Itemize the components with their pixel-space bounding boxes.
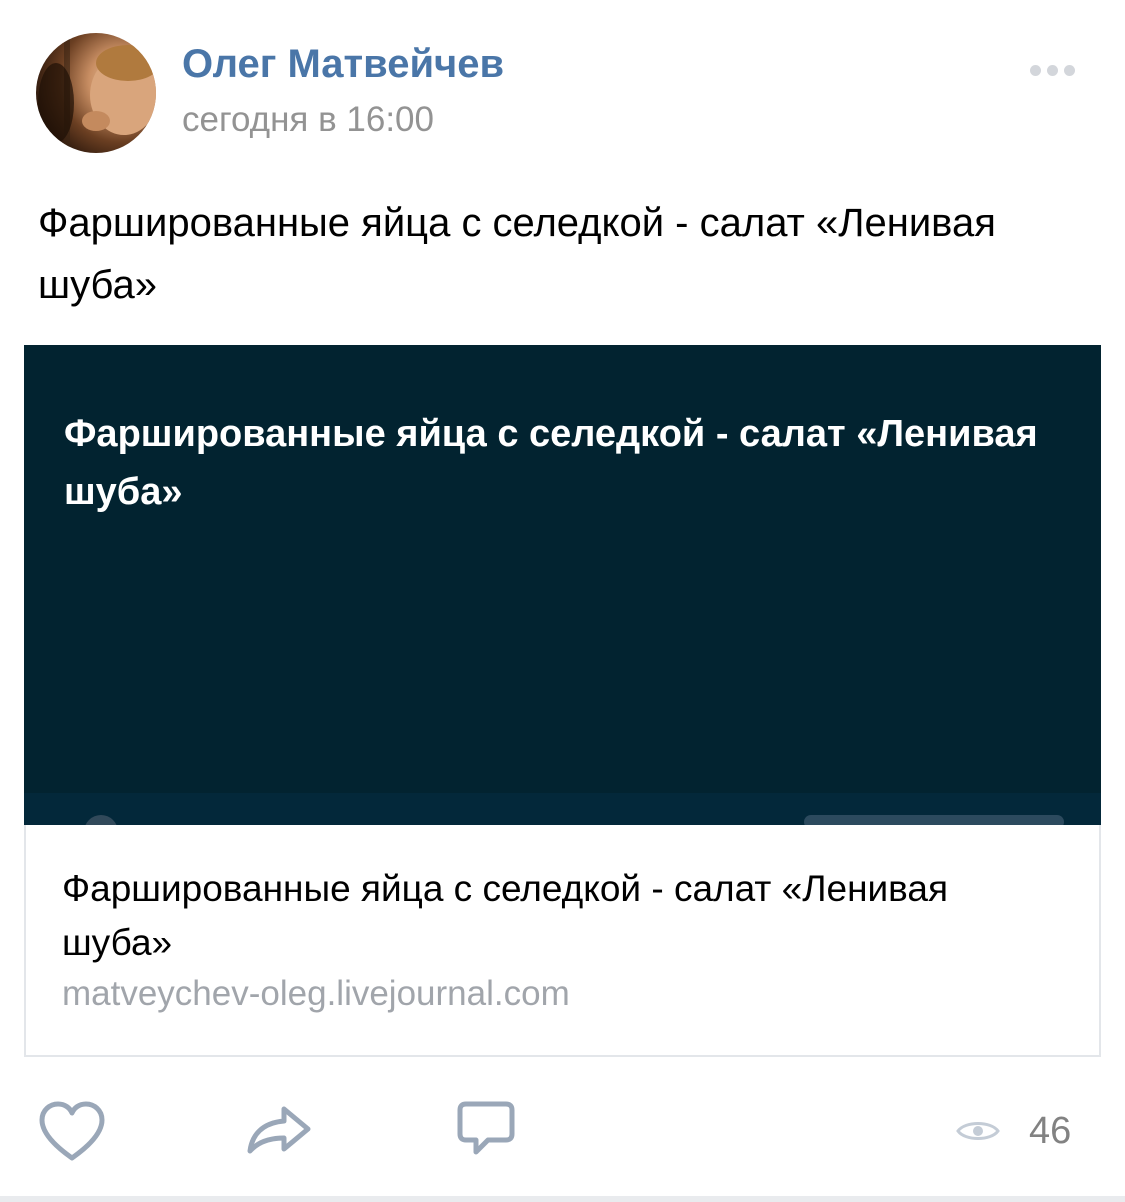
brand-logo — [804, 815, 1064, 825]
link-card-image[interactable]: Фаршированные яйца с селедкой - салат «Л… — [24, 345, 1101, 825]
comment-button[interactable] — [456, 1100, 516, 1158]
source-logo-icon — [84, 815, 118, 825]
post-time[interactable]: сегодня в 16:00 — [182, 100, 434, 140]
link-card-title[interactable]: Фаршированные яйца с селедкой - салат «Л… — [62, 862, 1052, 970]
heart-icon — [39, 1101, 105, 1161]
eye-icon — [956, 1122, 1000, 1140]
wall-post: Олег Матвейчев сегодня в 16:00 Фарширова… — [0, 0, 1125, 1202]
link-card[interactable]: Фаршированные яйца с селедкой - салат «Л… — [24, 345, 1101, 1057]
link-card-image-footer — [24, 793, 1101, 825]
like-button[interactable] — [38, 1100, 106, 1162]
link-card-image-title: Фаршированные яйца с селедкой - салат «Л… — [64, 413, 1038, 513]
link-card-domain[interactable]: matveychev-oleg.livejournal.com — [62, 974, 570, 1014]
views-counter: 46 — [955, 1106, 1071, 1156]
comment-bubble-icon — [457, 1101, 515, 1155]
author-name[interactable]: Олег Матвейчев — [182, 42, 504, 87]
share-button[interactable] — [246, 1105, 312, 1155]
share-arrow-icon — [247, 1106, 311, 1154]
more-icon[interactable] — [1022, 55, 1082, 85]
views-count: 46 — [1029, 1109, 1072, 1152]
post-text: Фаршированные яйца с селедкой - салат «Л… — [38, 201, 996, 307]
avatar[interactable] — [36, 33, 156, 153]
divider — [0, 1196, 1125, 1202]
